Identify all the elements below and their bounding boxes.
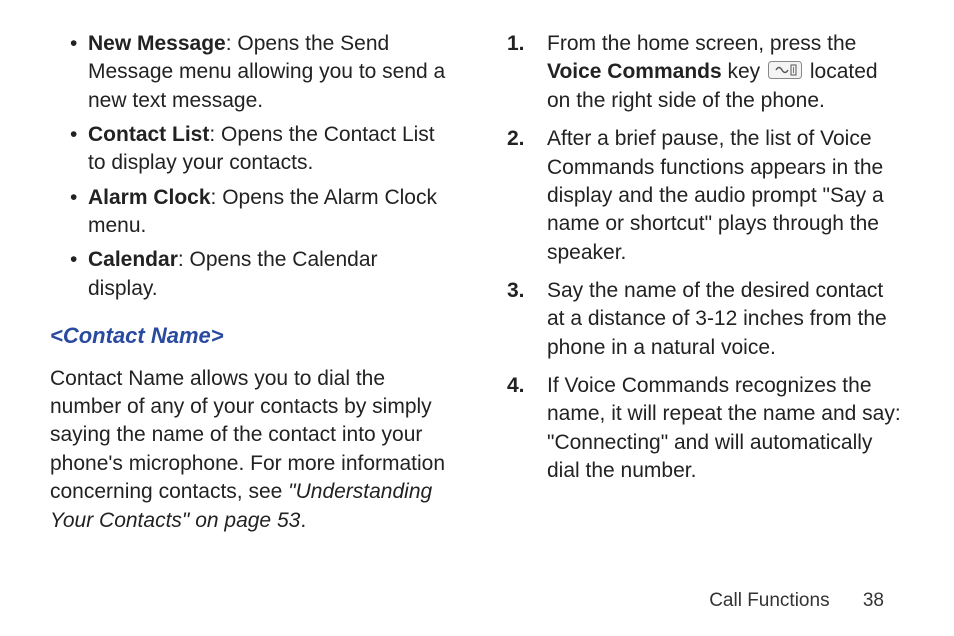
- footer-section: Call Functions: [709, 590, 829, 611]
- page-body: • New Message: Opens the Send Message me…: [0, 0, 954, 545]
- bullet-body: New Message: Opens the Send Message menu…: [88, 30, 447, 115]
- step-number: 3.: [507, 277, 547, 362]
- step-text: From the home screen, press the: [547, 32, 856, 55]
- bullet-icon: •: [70, 121, 88, 178]
- bullet-item: • Alarm Clock: Opens the Alarm Clock men…: [70, 184, 447, 241]
- step-body: If Voice Commands recognizes the name, i…: [547, 372, 904, 485]
- step-item: 4. If Voice Commands recognizes the name…: [507, 372, 904, 485]
- step-body: From the home screen, press the Voice Co…: [547, 30, 904, 115]
- step-body: After a brief pause, the list of Voice C…: [547, 125, 904, 267]
- contact-name-paragraph: Contact Name allows you to dial the numb…: [50, 365, 447, 535]
- step-item: 2. After a brief pause, the list of Voic…: [507, 125, 904, 267]
- voice-commands-key-icon: [768, 59, 802, 87]
- bullet-icon: •: [70, 246, 88, 303]
- bullet-body: Calendar: Opens the Calendar display.: [88, 246, 447, 303]
- step-number: 4.: [507, 372, 547, 485]
- step-item: 1. From the home screen, press the Voice…: [507, 30, 904, 115]
- step-bold: Voice Commands: [547, 60, 722, 83]
- bullet-body: Contact List: Opens the Contact List to …: [88, 121, 447, 178]
- right-column: 1. From the home screen, press the Voice…: [507, 30, 904, 545]
- bullet-item: • New Message: Opens the Send Message me…: [70, 30, 447, 115]
- left-column: • New Message: Opens the Send Message me…: [50, 30, 447, 545]
- bullet-label: Calendar: [88, 248, 178, 271]
- bullet-label: New Message: [88, 32, 226, 55]
- step-number: 2.: [507, 125, 547, 267]
- page-footer: Call Functions 38: [709, 590, 884, 612]
- bullet-body: Alarm Clock: Opens the Alarm Clock menu.: [88, 184, 447, 241]
- bullet-icon: •: [70, 184, 88, 241]
- bullet-label: Alarm Clock: [88, 186, 211, 209]
- bullet-label: Contact List: [88, 123, 209, 146]
- para-text: .: [300, 509, 306, 532]
- bullet-list: • New Message: Opens the Send Message me…: [50, 30, 447, 303]
- bullet-item: • Contact List: Opens the Contact List t…: [70, 121, 447, 178]
- step-item: 3. Say the name of the desired contact a…: [507, 277, 904, 362]
- step-text: key: [722, 60, 766, 83]
- section-heading-contact-name: <Contact Name>: [50, 321, 447, 351]
- footer-page-number: 38: [863, 590, 884, 611]
- bullet-icon: •: [70, 30, 88, 115]
- step-number: 1.: [507, 30, 547, 115]
- bullet-item: • Calendar: Opens the Calendar display.: [70, 246, 447, 303]
- step-body: Say the name of the desired contact at a…: [547, 277, 904, 362]
